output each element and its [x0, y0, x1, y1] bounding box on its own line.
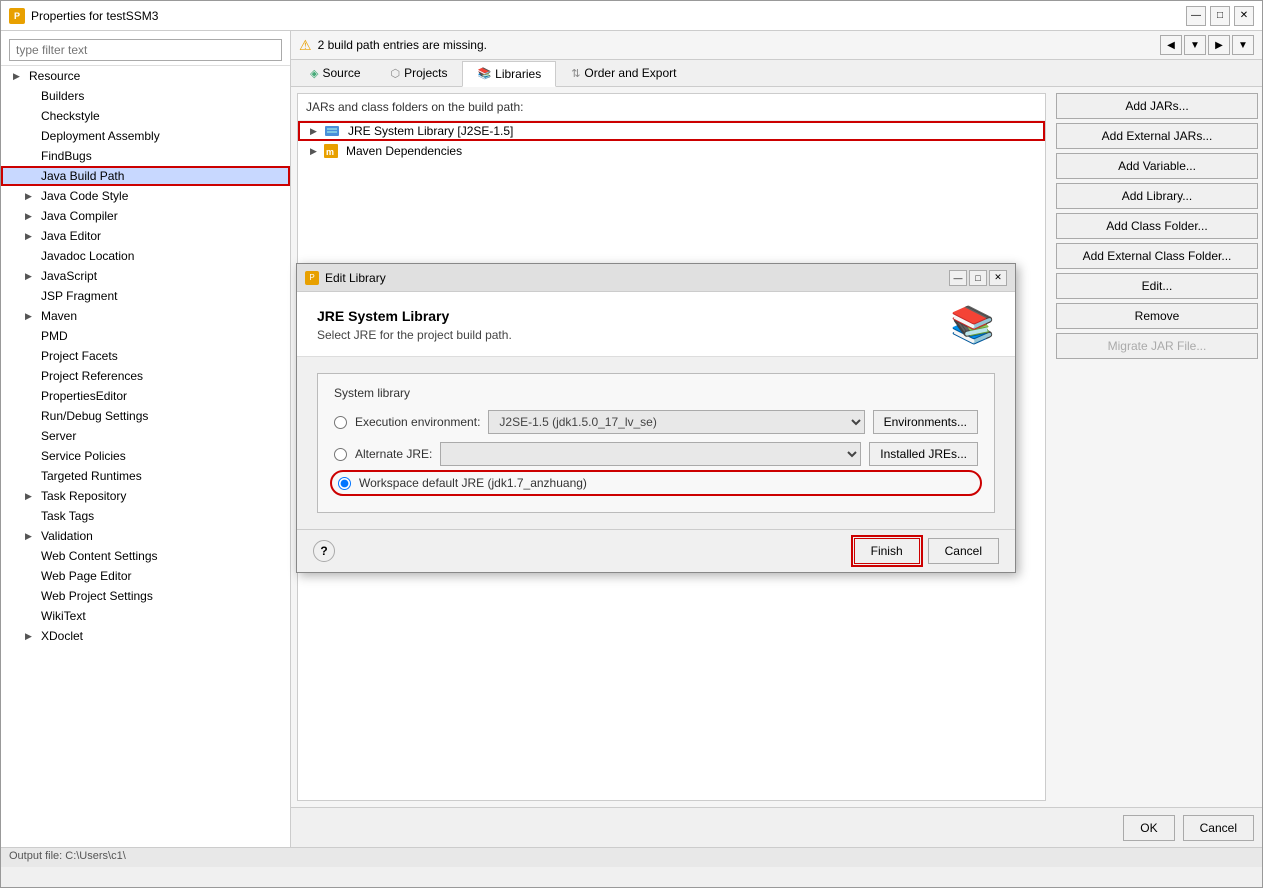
dialog-close-button[interactable]: ✕ [989, 270, 1007, 286]
alternate-jre-select[interactable] [440, 442, 861, 466]
dialog-description: Select JRE for the project build path. [317, 328, 512, 342]
execution-env-label: Execution environment: [355, 415, 480, 429]
group-title: System library [334, 386, 978, 400]
dialog-titlebar-left: P Edit Library [305, 271, 386, 285]
workspace-jre-label: Workspace default JRE (jdk1.7_anzhuang) [359, 476, 587, 490]
alternate-jre-radio[interactable] [334, 448, 347, 461]
dialog-minimize-button[interactable]: — [949, 270, 967, 286]
main-window: P Properties for testSSM3 — □ ✕ ▶ Resour… [0, 0, 1263, 888]
dialog-cancel-button[interactable]: Cancel [928, 538, 999, 564]
dialog-header: JRE System Library Select JRE for the pr… [297, 292, 1015, 357]
dialog-maximize-button[interactable]: □ [969, 270, 987, 286]
execution-env-select[interactable]: J2SE-1.5 (jdk1.5.0_17_lv_se) [488, 410, 864, 434]
dialog-title: Edit Library [325, 271, 386, 285]
workspace-jre-radio[interactable] [338, 477, 351, 490]
dialog-body: System library Execution environment: J2… [297, 357, 1015, 529]
dialog-titlebar: P Edit Library — □ ✕ [297, 264, 1015, 292]
dialog-overlay: P Edit Library — □ ✕ JRE System Library … [1, 1, 1262, 887]
books-icon: 📚 [950, 304, 995, 346]
dialog-controls: — □ ✕ [949, 270, 1007, 286]
execution-env-row: Execution environment: J2SE-1.5 (jdk1.5.… [334, 410, 978, 434]
dialog-footer: ? Finish Cancel [297, 529, 1015, 572]
alternate-jre-label: Alternate JRE: [355, 447, 432, 461]
execution-env-radio[interactable] [334, 416, 347, 429]
finish-button[interactable]: Finish [854, 538, 920, 564]
workspace-jre-row: Workspace default JRE (jdk1.7_anzhuang) [334, 474, 978, 492]
environments-button[interactable]: Environments... [873, 410, 978, 434]
dialog-icon: P [305, 271, 319, 285]
installed-jres-button[interactable]: Installed JREs... [869, 442, 978, 466]
system-library-group: System library Execution environment: J2… [317, 373, 995, 513]
edit-library-dialog: P Edit Library — □ ✕ JRE System Library … [296, 263, 1016, 573]
alternate-jre-row: Alternate JRE: Installed JREs... [334, 442, 978, 466]
dialog-help-button[interactable]: ? [313, 540, 335, 562]
dialog-header-text: JRE System Library Select JRE for the pr… [317, 308, 512, 342]
dialog-heading: JRE System Library [317, 308, 512, 324]
dialog-footer-right: Finish Cancel [854, 538, 999, 564]
